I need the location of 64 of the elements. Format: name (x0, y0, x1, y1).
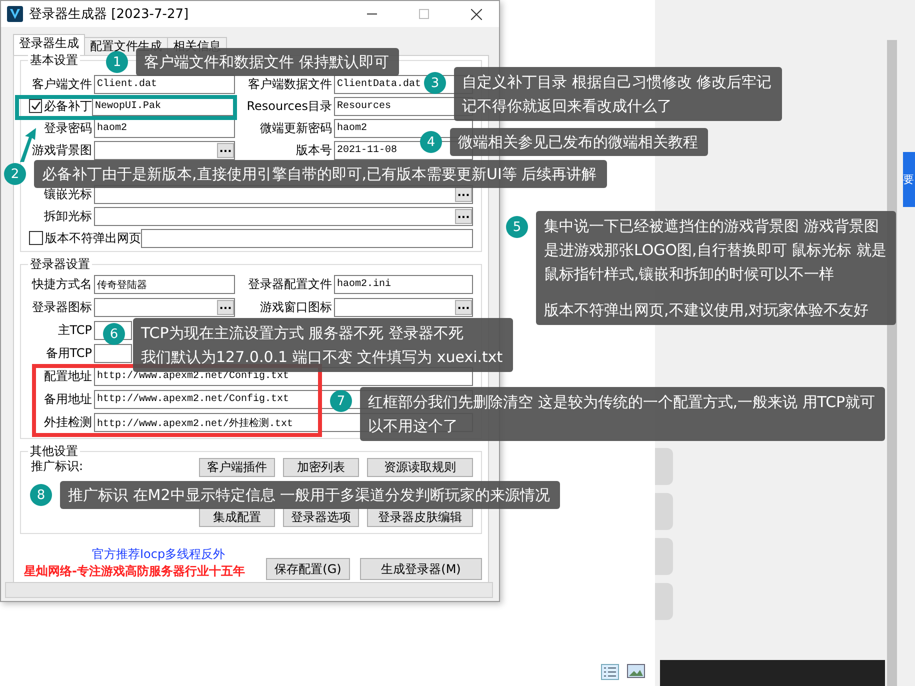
input-field[interactable]: haom2.ini (334, 275, 473, 294)
callout-text: TCP为现在主流设置方式 服务器不死 登录器不死 我们默认为127.0.0.1 端口不变 文件填写为 xuexi.txt (141, 323, 503, 368)
input-field[interactable]: 传奇登陆器 (94, 275, 235, 294)
checkbox-label: 必备补丁 (44, 98, 92, 114)
field-label: 登录密码 (43, 120, 93, 136)
field-label: 游戏背景图 (31, 142, 93, 158)
step-number: 5 (506, 216, 528, 238)
field-label: Resources目录 (246, 98, 333, 114)
action-button[interactable]: 集成配置 (199, 508, 275, 527)
checkbox[interactable] (29, 231, 43, 245)
side-tab[interactable]: 要 (903, 152, 915, 207)
sidebar-tile[interactable] (655, 493, 673, 530)
field-label: 客户端文件 (31, 76, 93, 92)
callout-text: 必备补丁由于是新版本,直接使用引擎自带的即可,已有版本需要更新UI等 后续再讲解 (42, 164, 597, 185)
sidebar-tile[interactable] (655, 448, 673, 485)
field-label: 备用地址 (43, 391, 93, 408)
file-path-field[interactable]: ... (94, 140, 235, 160)
action-button[interactable]: 登录器选项 (283, 508, 359, 527)
promo-link[interactable]: 官方推荐Iocp多线程反外 (24, 546, 256, 563)
callout-text: 推广标识 在M2中显示特定信息 一般用于多渠道分发判断玩家的来源情况 (68, 485, 550, 506)
action-button[interactable]: 生成登录器(M) (360, 558, 482, 580)
field-label: 镶嵌光标 (43, 186, 93, 202)
field-label: 配置地址 (43, 368, 93, 385)
callout-text: 版本不符弹出网页,不建议使用,对玩家体验不友好 (544, 300, 870, 321)
image-view-icon[interactable] (627, 664, 645, 678)
window-title: 登录器生成器 [2023-7-27] (29, 6, 190, 23)
field-label: 游戏窗口图标 (259, 299, 333, 316)
browse-button[interactable]: ... (455, 208, 472, 224)
field-label: 主TCP (56, 322, 93, 339)
checkbox-label: 版本不符弹出网页 (45, 230, 141, 246)
action-button[interactable]: 加密列表 (283, 458, 359, 477)
sidebar-tile[interactable] (655, 583, 673, 620)
field-label: 推广标识: (31, 458, 84, 475)
sidebar-tile[interactable] (655, 538, 673, 575)
browse-button[interactable]: ... (455, 300, 472, 315)
action-button[interactable]: 资源读取规则 (367, 458, 473, 477)
browse-button[interactable]: ... (217, 142, 234, 158)
input-field[interactable]: Client.dat (94, 74, 235, 94)
group-title: 其他设置 (28, 443, 80, 460)
action-button[interactable]: 客户端插件 (199, 458, 275, 477)
action-button[interactable]: 登录器皮肤编辑 (367, 508, 473, 527)
field-label: 登录器配置文件 (247, 276, 333, 293)
file-path-field[interactable]: ... (334, 298, 473, 317)
field-label: 版本号 (295, 142, 333, 158)
field-label: 外挂检测 (43, 414, 93, 431)
checkbox[interactable] (29, 99, 42, 113)
input-field[interactable] (141, 228, 473, 248)
close-icon[interactable] (470, 8, 482, 20)
action-button[interactable]: 保存配置(G) (266, 558, 350, 580)
field-label: 拆卸光标 (43, 208, 93, 224)
file-path-field[interactable]: ... (94, 298, 235, 317)
browse-button[interactable]: ... (217, 300, 234, 315)
field-label: 备用TCP (44, 345, 93, 362)
field-label: 快捷方式名 (30, 276, 93, 293)
list-view-icon[interactable] (601, 664, 619, 680)
slogan-text: 星灿网络-专注游戏高防服务器行业十五年 (24, 563, 246, 580)
callout-text: 集中说一下已经被遮挡住的游戏背景图 游戏背景图 是进游戏那张LOGO图,自行替换即可 鼠标光标 就是 鼠标指针样式,镶嵌和拆卸的时候可以不一样 (544, 216, 886, 285)
callout-text: 客户端文件和数据文件 保持默认即可 (144, 52, 389, 73)
field-label: 客户端数据文件 (247, 76, 333, 92)
input-field[interactable] (94, 344, 132, 363)
file-path-field[interactable]: ... (94, 206, 473, 226)
field-label: 微端更新密码 (259, 120, 333, 136)
app-logo-icon (7, 6, 23, 22)
field-label: 登录器图标 (31, 299, 93, 316)
